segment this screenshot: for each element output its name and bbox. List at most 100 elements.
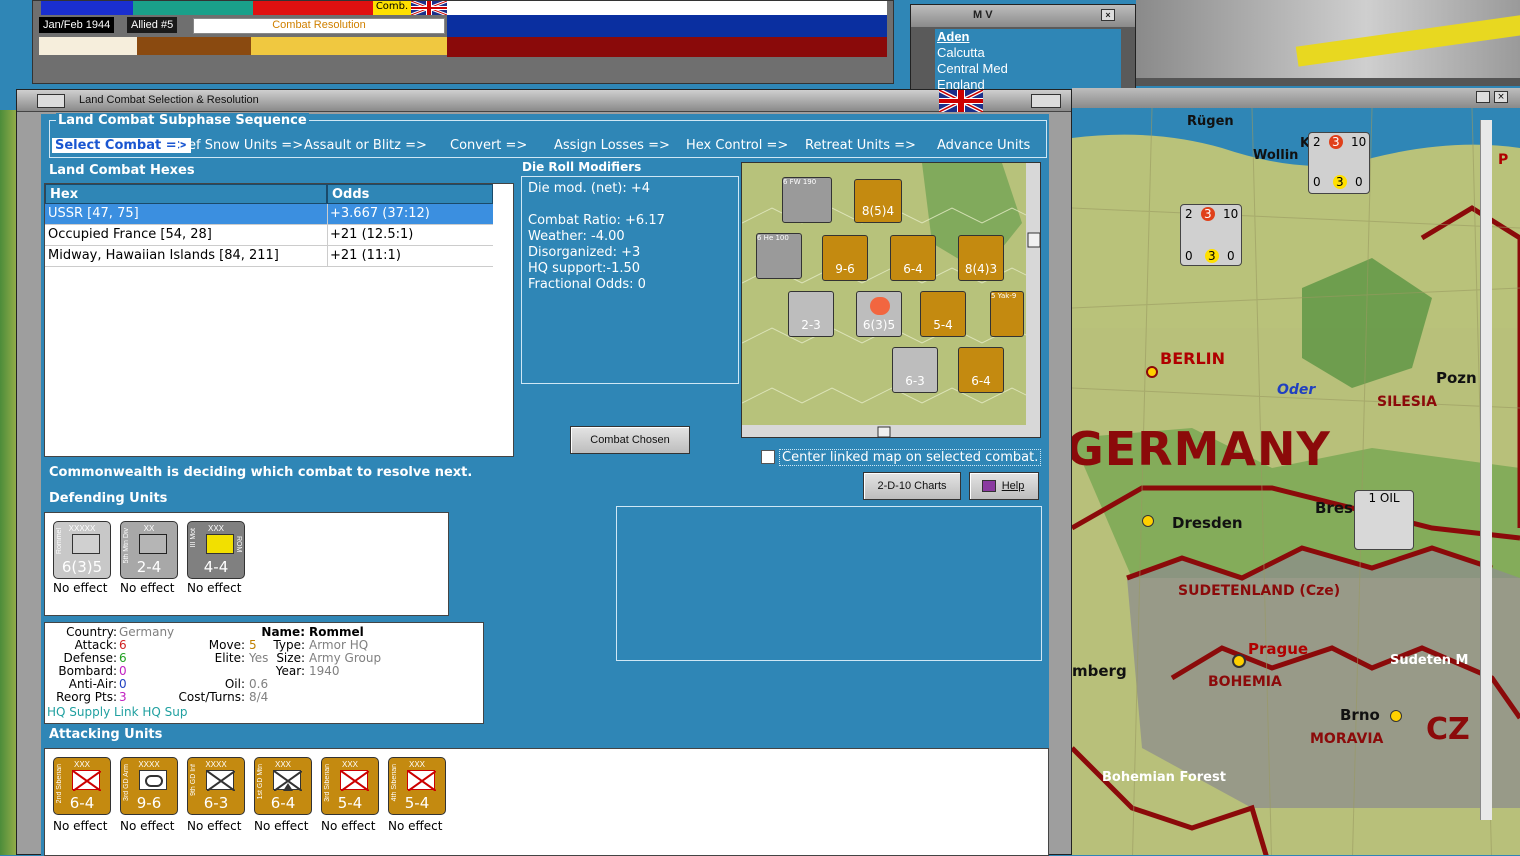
step-assign-losses[interactable]: Assign Losses =>: [554, 138, 670, 153]
minimap-unit[interactable]: 9-6: [822, 235, 868, 281]
defender-effect: No effect: [53, 581, 108, 595]
step-convert[interactable]: Convert =>: [450, 138, 527, 153]
attacker-counter[interactable]: 1st GD Mtn XXX 6-4: [254, 757, 312, 815]
close-icon[interactable]: ×: [1494, 91, 1508, 103]
info-value: Army Group: [309, 651, 382, 665]
step-assault-blitz[interactable]: Assault or Blitz =>: [304, 138, 427, 153]
attacker-counter[interactable]: 3rd Siberian XXX 5-4: [321, 757, 379, 815]
list-item[interactable]: Calcutta: [937, 45, 1121, 61]
step-hex-control[interactable]: Hex Control =>: [686, 138, 788, 153]
defender-counter[interactable]: III Mot XXX ROM 4-4: [187, 521, 245, 579]
combat-minimap[interactable]: 6 FW 190 6 He 100 8(5)4 9-6 6-4 8(4)3 2-…: [741, 162, 1041, 438]
die-roll-modifiers: Die mod. (net): +4 Combat Ratio: +6.17 W…: [521, 176, 739, 384]
defender-counter[interactable]: 5th Mtn Div XX 2-4: [120, 521, 178, 579]
list-item[interactable]: Aden: [937, 29, 1121, 45]
step-advance-units[interactable]: Advance Units: [937, 138, 1030, 153]
minimap-unit[interactable]: 6-4: [890, 235, 936, 281]
table-row[interactable]: Occupied France [54, 28] +21 (12.5:1): [45, 225, 493, 246]
naval-stack[interactable]: 2 3 10 0 3 0: [1180, 204, 1242, 266]
attacker-counter[interactable]: 2nd Siberian XXX 6-4: [53, 757, 111, 815]
attacker-counter[interactable]: 9th GD Inf XXXX 6-3: [187, 757, 245, 815]
turn-status-window: Comb. Jan/Feb 1944 Allied #5 Combat Reso…: [32, 0, 894, 84]
minimap-unit[interactable]: 5 Yak-9: [990, 291, 1024, 337]
unit-label: 8(5)4: [861, 204, 895, 218]
city-brno-icon[interactable]: [1390, 710, 1402, 722]
info-value: 1940: [309, 664, 340, 678]
city-berlin-label[interactable]: BERLIN: [1160, 349, 1225, 368]
info-key: Oil:: [224, 677, 245, 691]
die-line: HQ support:-1.50: [528, 261, 641, 276]
restore-icon[interactable]: [1031, 94, 1061, 108]
map-titlebar[interactable]: ×: [1072, 88, 1520, 108]
info-value: 0: [119, 677, 127, 691]
unit-label: 6 He 100: [757, 234, 789, 242]
mv-titlebar[interactable]: M V ×: [911, 5, 1135, 27]
minimize-icon[interactable]: [1476, 91, 1490, 103]
info-key: Type:: [273, 638, 305, 652]
city-prague-label[interactable]: Prague: [1248, 640, 1308, 658]
column-odds[interactable]: Odds: [327, 184, 493, 204]
list-item[interactable]: Central Med: [937, 61, 1121, 77]
center-map-label[interactable]: Center linked map on selected combat.: [779, 449, 1042, 466]
unit-strength: 2-4: [136, 558, 162, 576]
combat-hex-table[interactable]: Hex Odds USSR [47, 75] +3.667 (37:12) Oc…: [44, 183, 514, 457]
close-icon[interactable]: ×: [1101, 9, 1115, 21]
attacker-counter[interactable]: 3rd GD Arm XXXX 9-6: [120, 757, 178, 815]
mv-list[interactable]: Aden Calcutta Central Med England: [935, 29, 1121, 92]
table-row[interactable]: Midway, Hawaiian Islands [84, 211] +21 (…: [45, 246, 493, 267]
map-label-wollin: Wollin: [1253, 148, 1299, 163]
defending-title: Defending Units: [49, 491, 168, 506]
infantry-icon: [72, 770, 102, 792]
attacker-effect: No effect: [388, 819, 443, 833]
region-sudetenland-label: SUDETENLAND (Cze): [1178, 583, 1341, 599]
unit-strength: 5-4: [404, 794, 430, 812]
info-key: Country:: [66, 625, 117, 639]
unit-label: 6(3)5: [862, 318, 896, 332]
stack-value: 2: [1185, 207, 1193, 221]
table-row[interactable]: USSR [47, 75] +3.667 (37:12): [45, 204, 493, 225]
stack-value: 3: [1205, 249, 1219, 263]
city-prague-icon[interactable]: [1232, 654, 1246, 668]
minimap-unit[interactable]: 6-3: [892, 347, 938, 393]
unit-size: XXX: [274, 760, 291, 769]
menu-icon[interactable]: [37, 94, 65, 108]
unit-size: XXXX: [138, 760, 160, 769]
attacker-counter[interactable]: 4th Siberian XXX 5-4: [388, 757, 446, 815]
dialog-titlebar[interactable]: Land Combat Selection & Resolution: [17, 88, 1071, 114]
city-berlin-icon[interactable]: [1146, 366, 1158, 378]
infantry-icon: [206, 770, 236, 792]
step-def-snow[interactable]: Def Snow Units =>: [178, 138, 303, 153]
naval-stack[interactable]: 2 3 10 0 3 0: [1308, 132, 1370, 194]
minimap-unit[interactable]: 5-4: [920, 291, 966, 337]
stack-value: 10: [1351, 135, 1367, 149]
charts-button[interactable]: 2-D-10 Charts: [863, 472, 961, 500]
minimap-unit[interactable]: 2-3: [788, 291, 834, 337]
turn-date: Jan/Feb 1944: [39, 17, 115, 33]
combat-chosen-button[interactable]: Combat Chosen: [570, 426, 690, 454]
help-button[interactable]: Help: [969, 472, 1039, 500]
step-retreat-units[interactable]: Retreat Units =>: [805, 138, 916, 153]
unit-info-panel: Country: Germany Attack: 6 Defense: 6 Bo…: [44, 622, 484, 724]
defender-counter[interactable]: Rommel XXXXX 6(3)5: [53, 521, 111, 579]
supply-info: HQ Supply Link HQ Sup: [47, 705, 188, 719]
main-map[interactable]: × Rügen Wollin K P BERLIN Oder SILESIA P…: [1072, 88, 1520, 855]
city-dresden-icon[interactable]: [1142, 515, 1154, 527]
center-map-checkbox[interactable]: [761, 450, 775, 464]
minimap-unit[interactable]: 6 He 100: [756, 233, 802, 279]
map-scrollbar[interactable]: [1480, 120, 1492, 820]
minimap-unit[interactable]: 8(4)3: [958, 235, 1004, 281]
oil-resource[interactable]: 1 OIL: [1354, 490, 1414, 550]
country-germany-label: GERMANY: [1072, 422, 1331, 476]
minimap-unit[interactable]: 6-4: [958, 347, 1004, 393]
unit-strength: 6-3: [203, 794, 229, 812]
minimap-unit[interactable]: 6 FW 190: [782, 177, 832, 223]
minimap-unit[interactable]: 8(5)4: [854, 179, 902, 223]
map-label-p: P: [1498, 152, 1509, 168]
odds-cell: +3.667 (37:12): [330, 206, 430, 221]
mountain-infantry-icon: [139, 534, 167, 554]
motorized-icon: [206, 534, 234, 554]
column-hex[interactable]: Hex: [45, 184, 327, 204]
step-select-combat[interactable]: Select Combat =>: [52, 138, 191, 153]
stack-value: 0: [1227, 249, 1235, 263]
help-icon: [982, 480, 996, 492]
